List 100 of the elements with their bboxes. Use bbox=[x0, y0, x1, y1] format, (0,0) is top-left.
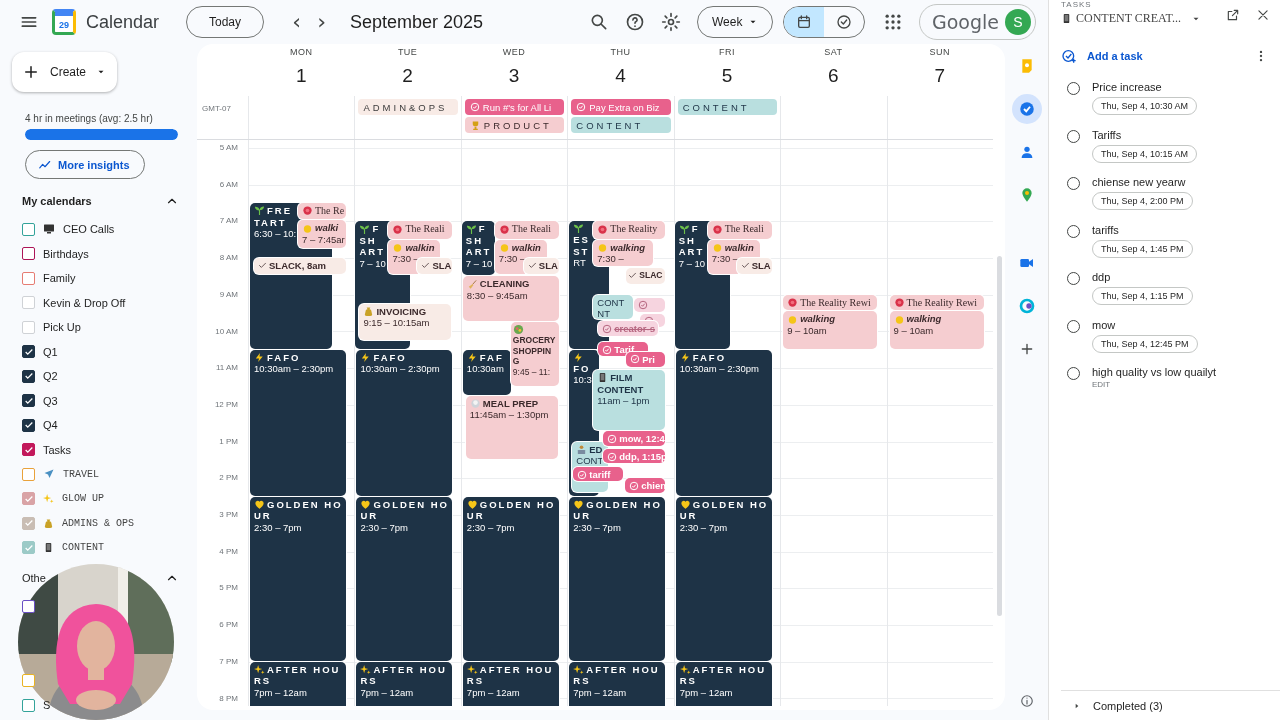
calendar-checkbox[interactable] bbox=[22, 247, 35, 261]
edit-label[interactable]: EDIT bbox=[1092, 380, 1217, 389]
calendar-event[interactable]: MEAL PREP 11:45am – 1:30pm bbox=[465, 395, 558, 459]
calendar-event[interactable]: FAFO 10:30am – 2:30pm bbox=[675, 349, 772, 496]
calendar-event[interactable]: FAFO 10:30am – 2:30pm bbox=[250, 349, 346, 496]
calendar-event[interactable]: AFTER HOU RS 7pm – 12am bbox=[250, 661, 346, 706]
date-number[interactable]: 5 bbox=[721, 65, 733, 87]
calendar-event[interactable]: The Reality bbox=[593, 221, 666, 239]
calendar-event[interactable]: SLAC bbox=[626, 268, 666, 284]
calendar-event[interactable]: F SH ART 7 – 10 bbox=[461, 221, 495, 276]
event-text: 2:30 – 7pm bbox=[573, 521, 621, 534]
calendar-view-toggle[interactable] bbox=[784, 7, 824, 37]
calendar-event[interactable]: GOLDEN HO UR 2:30 – 7pm bbox=[675, 496, 772, 661]
calendar-checkbox[interactable] bbox=[22, 418, 35, 432]
all-day-event[interactable]: ADMIN&OPS bbox=[358, 99, 458, 115]
calendar-checkbox[interactable] bbox=[22, 222, 35, 236]
event-text: 10:3 bbox=[573, 374, 592, 386]
info-icon[interactable] bbox=[1019, 694, 1034, 708]
money-bag-icon bbox=[43, 517, 54, 529]
tasks-button[interactable] bbox=[1011, 94, 1042, 124]
calendar-event[interactable]: The Reali bbox=[494, 221, 559, 239]
calendar-checkbox[interactable] bbox=[22, 369, 35, 383]
calendar-event[interactable]: GOLDEN HO UR 2:30 – 7pm bbox=[569, 496, 666, 661]
event-title: The Reality Rewi bbox=[906, 296, 978, 309]
calendar-checkbox[interactable] bbox=[22, 674, 35, 688]
task-title[interactable]: chiense new yearw bbox=[1092, 176, 1193, 188]
event-text: SH bbox=[359, 234, 377, 247]
calendar-event[interactable]: walking 7:30 – bbox=[593, 239, 654, 267]
date-number[interactable]: 3 bbox=[508, 65, 520, 87]
calendar-event[interactable]: AFTER HOU RS 7pm – 12am bbox=[569, 661, 666, 706]
calendar-event[interactable]: AFTER HOU RS 7pm – 12am bbox=[462, 661, 559, 706]
check-icon bbox=[23, 493, 34, 504]
event-text: 2:30 – 7pm bbox=[360, 521, 408, 534]
open-external-icon[interactable] bbox=[1226, 8, 1240, 22]
calendar-event[interactable]: The Reality Rewi bbox=[783, 294, 878, 311]
event-title: GOLDEN HO bbox=[586, 498, 662, 511]
timezone-label: GMT-07 bbox=[201, 103, 232, 115]
event-title: mow, 12:4 bbox=[619, 433, 665, 445]
all-day-event[interactable]: CONTENT bbox=[571, 117, 671, 133]
calendar-event[interactable]: GROCERY SHOPPIN G 9:45 – 11: bbox=[510, 322, 559, 386]
task-title[interactable]: Price increase bbox=[1092, 81, 1198, 93]
calendar-event[interactable]: AFTER HOU RS 7pm – 12am bbox=[675, 661, 772, 706]
date-number[interactable]: 1 bbox=[295, 65, 307, 87]
task-title[interactable]: ddp bbox=[1092, 271, 1193, 283]
calendar-event[interactable]: walking 9 – 10am bbox=[889, 311, 984, 349]
calendar-checkbox[interactable] bbox=[22, 492, 35, 506]
calendar-event[interactable]: walking 9 – 10am bbox=[783, 311, 878, 349]
calendar-checkbox[interactable] bbox=[22, 271, 35, 285]
circle-logo-icon bbox=[1018, 298, 1035, 314]
calendar-checkbox[interactable] bbox=[22, 599, 35, 613]
task-list-dropdown[interactable]: CONTENT CREAT... bbox=[1061, 11, 1201, 26]
event-text: 7 – 10 bbox=[465, 257, 493, 270]
calendar-event[interactable]: GOLDEN HO UR 2:30 – 7pm bbox=[462, 496, 559, 661]
task-chip[interactable] bbox=[634, 298, 666, 313]
calendar-event[interactable]: The Reali bbox=[707, 221, 772, 239]
weekday-label: WED bbox=[502, 47, 526, 57]
check-circle-icon bbox=[602, 323, 613, 334]
task-title[interactable]: mow bbox=[1092, 318, 1198, 331]
calendar-event[interactable]: GOLDEN HO UR 2:30 – 7pm bbox=[250, 496, 346, 661]
calendar-checkbox[interactable] bbox=[22, 467, 35, 481]
add-task-button[interactable]: Add a task bbox=[1061, 48, 1143, 64]
previous-button[interactable]: ‹ bbox=[284, 11, 310, 33]
calendar-event[interactable]: FILM CONTENT 11am – 1pm bbox=[593, 370, 666, 430]
calendar-event[interactable]: SLA bbox=[736, 258, 772, 274]
task-title[interactable]: high quality vs low quailyt bbox=[1092, 366, 1217, 378]
calendar-checkbox[interactable] bbox=[22, 345, 35, 359]
task-title[interactable]: Tariffs bbox=[1092, 128, 1198, 141]
date-number[interactable]: 4 bbox=[615, 65, 626, 87]
date-number[interactable]: 7 bbox=[934, 65, 946, 87]
close-icon[interactable] bbox=[1256, 8, 1270, 22]
calendar-event[interactable]: The Reali bbox=[388, 221, 453, 239]
all-day-event[interactable]: CONTENT bbox=[677, 99, 778, 115]
calendar-event[interactable]: AFTER HOU RS 7pm – 12am bbox=[356, 661, 453, 706]
calendar-event[interactable]: FAF 10:30am bbox=[462, 349, 511, 395]
calendar-event[interactable]: walki 7 – 7:45ar bbox=[298, 220, 346, 248]
calendar-event[interactable]: CLEANING 8:30 – 9:45am bbox=[462, 276, 559, 322]
completed-toggle[interactable]: Completed (3) bbox=[1061, 690, 1280, 720]
calendar-event[interactable]: The Re bbox=[298, 203, 346, 220]
next-button[interactable]: › bbox=[309, 11, 335, 33]
task-title[interactable]: tariffs bbox=[1092, 223, 1193, 236]
date-number[interactable]: 2 bbox=[402, 65, 413, 87]
calendar-event[interactable]: INVOICING 9:15 – 10:15am bbox=[359, 303, 452, 340]
calendar-checkbox[interactable] bbox=[22, 394, 35, 408]
calendar-event[interactable]: SLA bbox=[523, 258, 559, 274]
monitor-icon bbox=[43, 223, 55, 236]
calendar-checkbox[interactable] bbox=[22, 443, 35, 457]
create-button[interactable]: Create bbox=[12, 52, 117, 92]
calendar-event[interactable]: GOLDEN HO UR 2:30 – 7pm bbox=[356, 496, 453, 661]
calendar-event[interactable]: SLACK, 8am bbox=[254, 258, 346, 274]
calendar-checkbox[interactable] bbox=[22, 698, 35, 712]
all-day-event[interactable]: PRODUCT bbox=[464, 117, 565, 133]
calendar-event[interactable]: The Reality Rewi bbox=[889, 294, 984, 311]
calendar-event[interactable]: SLA bbox=[417, 258, 453, 274]
calendar-event[interactable]: FAFO 10:30am – 2:30pm bbox=[356, 349, 453, 496]
hour-label: 4 PM bbox=[219, 546, 238, 556]
date-number[interactable]: 6 bbox=[828, 65, 839, 87]
calendar-event[interactable]: CONT NT bbox=[593, 294, 634, 320]
calendar-checkbox[interactable] bbox=[22, 516, 35, 530]
event-title: GOLDEN HO bbox=[479, 498, 556, 511]
event-text: TART bbox=[254, 216, 287, 229]
